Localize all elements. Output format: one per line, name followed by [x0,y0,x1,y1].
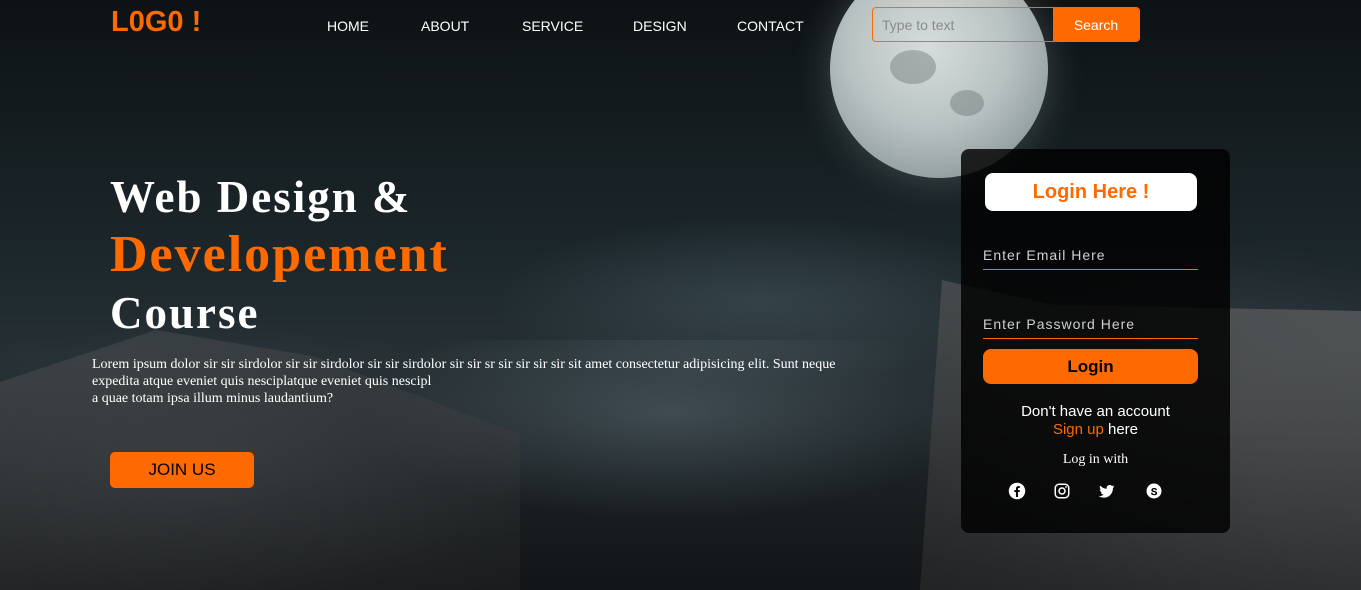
hero-description-line-2: expedita atque eveniet quis nesciplatque… [92,374,432,389]
search-button[interactable]: Search [1053,8,1139,41]
nav-contact[interactable]: CONTACT [737,18,804,34]
login-card-title: Login Here ! [985,173,1197,211]
password-field[interactable] [983,309,1198,339]
signup-line: Sign up here [961,421,1230,438]
hero-description: Lorem ipsum dolor sir sir sirdolor sir s… [92,356,872,407]
nav-service[interactable]: SERVICE [522,18,583,34]
facebook-icon[interactable] [1008,482,1026,500]
nav-home[interactable]: HOME [327,18,369,34]
hero-description-line-3: a quae totam ipsa illum minus laudantium… [92,391,334,406]
instagram-icon[interactable] [1053,482,1071,500]
hero-heading-line-1: Web Design & [110,172,412,222]
log-in-with-label: Log in with [1062,452,1129,467]
signup-suffix: here [1103,421,1139,438]
no-account-text: Don't have an account [1021,403,1170,420]
search-input[interactable] [873,8,1053,41]
skype-icon[interactable] [1145,482,1163,500]
search-bar: Search [872,7,1140,42]
nav-about[interactable]: ABOUT [421,18,469,34]
login-button[interactable]: Login [983,349,1198,384]
hero-heading: Web Design & Developement Course [110,168,449,342]
email-field[interactable] [983,240,1198,270]
site-logo[interactable]: L0G0 ! [111,6,201,39]
hero-heading-line-3: Course [110,288,260,338]
twitter-icon[interactable] [1098,482,1116,500]
signup-link[interactable]: Sign up [1053,421,1104,438]
nav-design[interactable]: DESIGN [633,18,687,34]
hero-heading-line-2: Developement [110,226,449,283]
hero-description-line-1: Lorem ipsum dolor sir sir sirdolor sir s… [92,357,836,372]
login-card: Login Here ! Login Don't have an account… [961,149,1230,533]
join-us-button[interactable]: JOIN US [110,452,254,488]
